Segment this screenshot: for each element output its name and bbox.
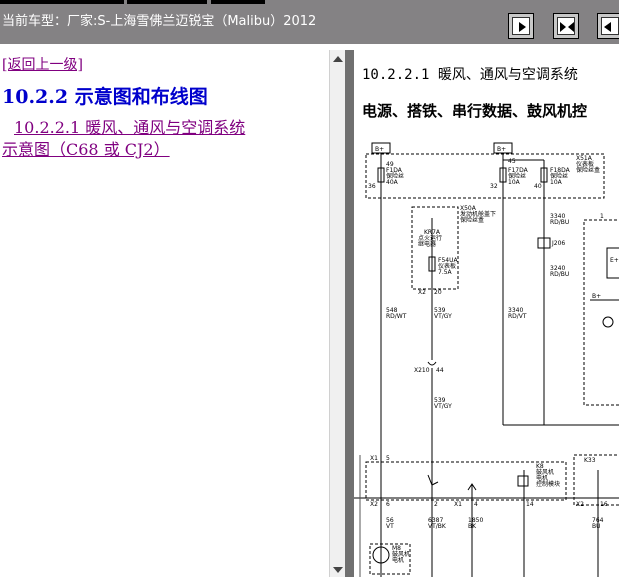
pane-splitter[interactable] <box>345 50 354 577</box>
svg-text:14: 14 <box>526 501 534 508</box>
svg-text:45: 45 <box>508 158 516 165</box>
expand-icon <box>560 22 574 32</box>
hvac-schematic-link-line2: 示意图（C68 或 CJ2） <box>2 140 170 159</box>
next-page-icon <box>519 22 526 32</box>
svg-text:X210: X210 <box>414 367 430 374</box>
svg-text:X2: X2 <box>418 289 426 296</box>
svg-text:44: 44 <box>436 367 444 374</box>
hvac-schematic-link-line1: 10.2.2.1 暖风、通风与空调系统 <box>14 118 246 137</box>
svg-text:保险丝盒: 保险丝盒 <box>576 166 600 174</box>
content-pane: 10.2.2.1 暖风、通风与空调系统 电源、搭铁、串行数据、鼓风机控 B+ B… <box>354 50 619 577</box>
svg-text:7.5A: 7.5A <box>438 269 453 276</box>
navigation-scrollbar[interactable] <box>329 50 345 577</box>
svg-text:控制模块: 控制模块 <box>536 480 560 488</box>
svg-text:RD/VT: RD/VT <box>508 313 527 320</box>
svg-text:6: 6 <box>386 501 390 508</box>
svg-text:VT/GY: VT/GY <box>434 403 452 410</box>
svg-text:RD/WT: RD/WT <box>386 313 407 320</box>
svg-text:10A: 10A <box>550 179 563 186</box>
title-bar-edge <box>127 0 207 4</box>
section-title: 10.2.2 示意图和布线图 <box>2 86 208 108</box>
svg-text:1: 1 <box>600 213 604 220</box>
svg-text:40: 40 <box>534 183 542 190</box>
svg-text:2: 2 <box>434 501 438 508</box>
svg-text:电机: 电机 <box>392 556 404 564</box>
previous-page-icon <box>604 22 611 32</box>
b-plus-label-2: B+ <box>497 146 506 153</box>
b-plus-label-1: B+ <box>375 146 384 153</box>
expand-button[interactable] <box>553 13 579 39</box>
svg-text:X2: X2 <box>576 501 584 508</box>
svg-text:X1: X1 <box>370 455 378 462</box>
wiring-diagram: B+ B+ 49 45 36 32 40 F1DA 保险丝 40A F17DA … <box>354 142 619 577</box>
title-bar-edge <box>0 0 124 4</box>
svg-text:J206: J206 <box>551 240 565 247</box>
svg-text:继电器: 继电器 <box>418 240 436 248</box>
svg-text:B+: B+ <box>592 293 601 300</box>
svg-text:20: 20 <box>434 289 442 296</box>
next-page-button[interactable] <box>508 13 534 39</box>
title-bar-edge <box>211 0 265 4</box>
svg-text:K33: K33 <box>584 457 596 464</box>
previous-page-button[interactable] <box>597 13 619 39</box>
svg-text:RD/BU: RD/BU <box>550 271 569 278</box>
svg-text:36: 36 <box>368 183 376 190</box>
svg-text:VT/BK: VT/BK <box>428 523 447 530</box>
svg-text:40A: 40A <box>386 179 399 186</box>
svg-text:X1: X1 <box>454 501 462 508</box>
svg-text:BK: BK <box>468 523 477 530</box>
svg-text:保险丝盒: 保险丝盒 <box>460 216 484 224</box>
svg-text:VT: VT <box>386 523 394 530</box>
scroll-down-icon[interactable] <box>333 567 343 573</box>
svg-text:X2: X2 <box>370 501 378 508</box>
svg-text:E+: E+ <box>610 257 619 264</box>
svg-text:5: 5 <box>386 455 390 462</box>
svg-text:32: 32 <box>490 183 498 190</box>
svg-text:BU: BU <box>592 523 601 530</box>
scroll-up-icon[interactable] <box>333 56 343 62</box>
vehicle-model-title: 当前车型：厂家:S-上海雪佛兰迈锐宝（Malibu）2012 <box>2 14 317 29</box>
svg-text:VT/GY: VT/GY <box>434 313 452 320</box>
svg-text:4: 4 <box>474 501 478 508</box>
hvac-schematic-link[interactable]: 10.2.2.1 暖风、通风与空调系统 示意图（C68 或 CJ2） <box>2 117 327 161</box>
svg-text:RD/BU: RD/BU <box>550 219 569 226</box>
back-link[interactable]: [返回上一级] <box>2 54 83 74</box>
title-bar: 当前车型：厂家:S-上海雪佛兰迈锐宝（Malibu）2012 <box>0 0 619 44</box>
svg-text:10A: 10A <box>508 179 521 186</box>
svg-text:16: 16 <box>600 501 608 508</box>
relay-box <box>411 206 459 290</box>
